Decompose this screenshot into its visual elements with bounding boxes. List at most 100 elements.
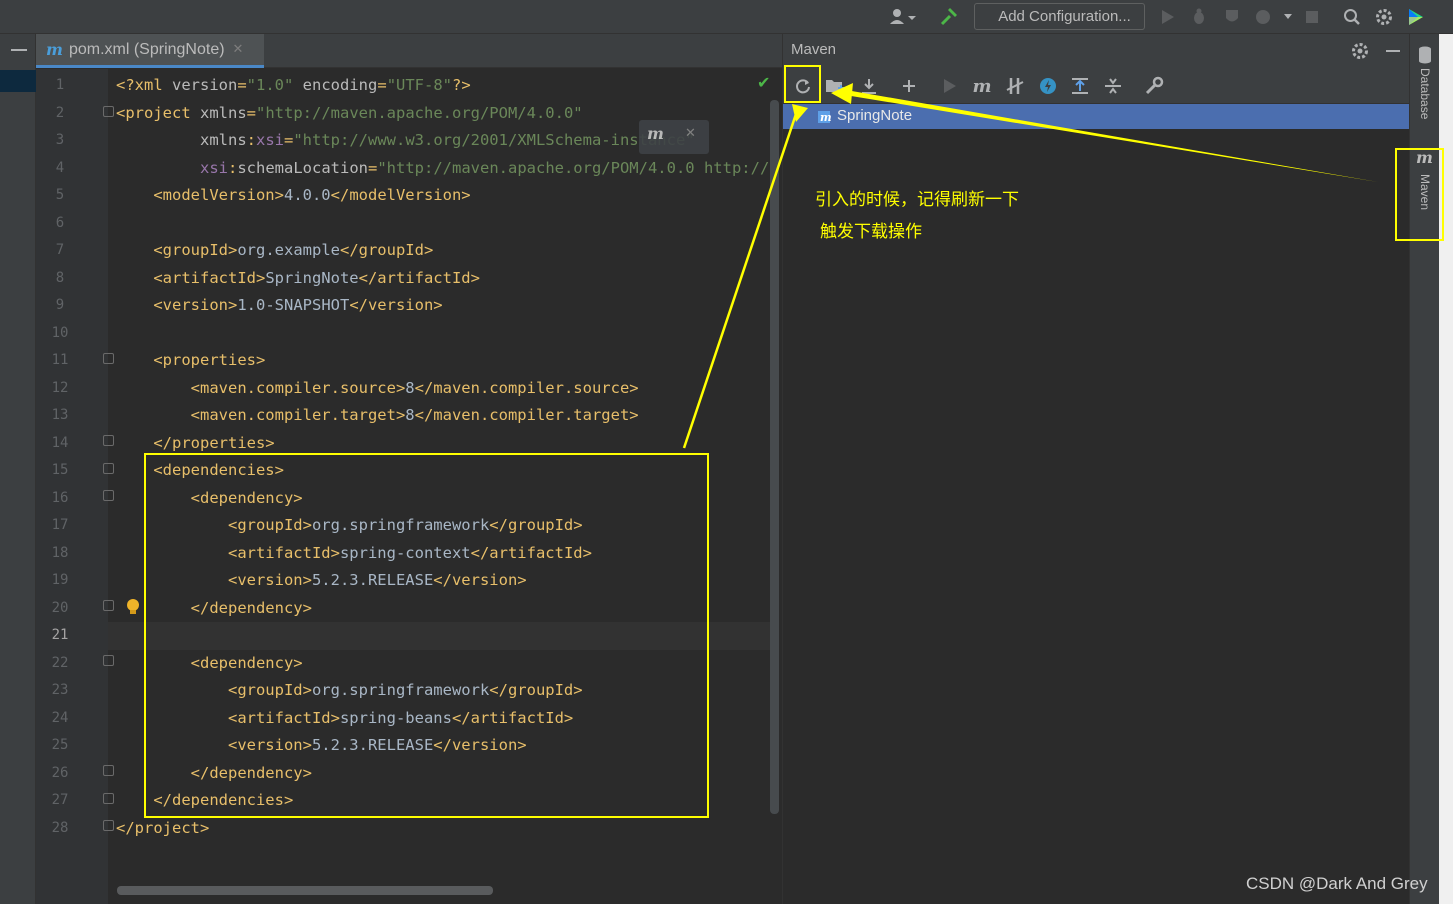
code-line[interactable]: </project>	[108, 815, 770, 843]
code-token: version	[172, 76, 238, 94]
gear-icon[interactable]	[1351, 42, 1369, 64]
user-icon[interactable]	[887, 6, 921, 28]
line-number: 24	[51, 709, 69, 726]
line-number: 18	[51, 544, 69, 561]
code-line[interactable]: <properties>	[108, 347, 770, 375]
hammer-icon[interactable]	[938, 6, 960, 28]
line-number: 22	[51, 654, 69, 671]
code-token: </maven.compiler.target>	[414, 406, 639, 424]
lightbulb-icon[interactable]	[126, 598, 140, 616]
code-line[interactable]: <modelVersion>4.0.0</modelVersion>	[108, 182, 770, 210]
line-number: 2	[55, 104, 65, 121]
profile-icon[interactable]	[1252, 6, 1296, 28]
code-line[interactable]: <artifactId>SpringNote</artifactId>	[108, 265, 770, 293]
search-icon[interactable]	[1341, 6, 1363, 28]
code-line[interactable]: <maven.compiler.target>8</maven.compiler…	[108, 402, 770, 430]
watermark: CSDN @Dark And Grey	[1246, 874, 1428, 893]
main-toolbar: Add Configuration...	[0, 0, 1453, 34]
expand-all-icon[interactable]	[1068, 74, 1092, 98]
code-line[interactable]: <version>1.0-SNAPSHOT</version>	[108, 292, 770, 320]
download-icon[interactable]	[857, 74, 881, 98]
code-line[interactable]: <?xml version="1.0" encoding="UTF-8"?>	[108, 72, 770, 100]
skip-tests-icon[interactable]	[1036, 74, 1060, 98]
line-number: 5	[55, 187, 65, 203]
wrench-icon[interactable]	[1142, 74, 1166, 98]
code-token: "UTF-8"	[386, 76, 453, 94]
code-line[interactable]: <maven.compiler.source>8</maven.compiler…	[108, 375, 770, 403]
close-icon[interactable]: ✕	[685, 126, 696, 141]
minimize-icon[interactable]	[1386, 50, 1400, 52]
code-token: schemaLocation	[237, 158, 368, 177]
add-configuration-button[interactable]: Add Configuration...	[974, 3, 1145, 30]
code-token: =	[368, 158, 378, 177]
code-token: </artifactId>	[358, 268, 480, 287]
code-token: encoding	[293, 76, 378, 94]
line-number: 25	[51, 737, 69, 753]
code-token: <properties>	[116, 351, 266, 369]
code-token: org.example	[237, 241, 340, 259]
code-token: :	[246, 131, 256, 149]
line-number: 12	[51, 379, 69, 396]
code-token: xmlns	[200, 103, 247, 122]
code-token: <maven.compiler.source>	[116, 378, 406, 397]
line-number: 6	[55, 214, 65, 231]
database-tool-label[interactable]: Database	[1418, 68, 1432, 119]
line-number: 7	[55, 242, 65, 258]
line-number: 17	[51, 517, 69, 533]
code-token: <modelVersion>	[116, 186, 284, 204]
code-token: </project>	[116, 818, 210, 837]
database-icon[interactable]	[1417, 46, 1433, 68]
highlight-reload-box	[784, 65, 821, 103]
vertical-scrollbar[interactable]	[770, 100, 779, 814]
line-number: 27	[51, 792, 69, 808]
maven-reload-icon[interactable]: m	[647, 124, 664, 143]
code-token: :	[228, 158, 238, 177]
minimize-icon[interactable]	[11, 49, 27, 51]
stop-icon[interactable]	[1301, 6, 1323, 28]
gear-icon[interactable]	[1373, 6, 1395, 28]
run-icon[interactable]	[938, 74, 962, 98]
maven-goal-icon[interactable]: m	[970, 74, 994, 98]
code-token: "http://maven.apache.org/POM/4.0.0 http:…	[377, 158, 770, 177]
plus-icon[interactable]	[897, 74, 921, 98]
code-token: 8	[405, 378, 415, 397]
highlight-maven-tab-box	[1395, 148, 1444, 241]
toolbox-icon[interactable]	[1405, 6, 1427, 28]
horizontal-scrollbar[interactable]	[117, 886, 493, 895]
code-token: xmlns	[116, 131, 247, 149]
chevron-right-icon[interactable]: ›	[793, 106, 799, 122]
code-line[interactable]	[108, 210, 770, 238]
code-token: </maven.compiler.source>	[414, 378, 639, 397]
coverage-icon[interactable]	[1221, 6, 1243, 28]
code-token: =	[237, 76, 247, 94]
code-token: "1.0"	[246, 76, 294, 94]
collapse-all-icon[interactable]	[1101, 74, 1125, 98]
line-number: 11	[51, 352, 69, 368]
line-number: 8	[55, 269, 65, 286]
close-icon[interactable]: ✕	[233, 42, 244, 57]
code-line[interactable]: xsi:schemaLocation="http://maven.apache.…	[108, 155, 770, 183]
code-token: <project	[116, 103, 200, 122]
line-number: 16	[51, 489, 69, 506]
code-line[interactable]: <groupId>org.example</groupId>	[108, 237, 770, 265]
maven-load-changes-popup[interactable]: m ✕	[639, 120, 709, 154]
code-token: xsi	[256, 131, 284, 149]
code-token: 1.0-SNAPSHOT	[237, 296, 350, 314]
run-icon[interactable]	[1157, 6, 1179, 28]
add-folder-icon[interactable]	[823, 74, 847, 98]
debug-icon[interactable]	[1188, 6, 1210, 28]
tab-pom-xml[interactable]: m pom.xml (SpringNote) ✕	[36, 34, 264, 68]
maven-project-row[interactable]: › m SpringNote	[783, 104, 1410, 129]
line-number: 14	[51, 434, 69, 451]
line-number-gutter: 1 2 3 4 5 6 7 8 9 10 11 12 13 14 15 16 17 18 19 20 21 22 23 24 2…	[36, 69, 108, 904]
line-number: 26	[51, 764, 69, 781]
maven-project-name: SpringNote	[837, 107, 913, 124]
toggle-offline-icon[interactable]	[1003, 74, 1027, 98]
code-token: </groupId>	[339, 241, 434, 259]
line-number: 1	[55, 77, 65, 93]
code-token: =	[284, 131, 294, 149]
maven-toolbar: m	[783, 68, 1410, 104]
code-token: =	[246, 103, 257, 122]
code-line[interactable]	[108, 320, 770, 348]
